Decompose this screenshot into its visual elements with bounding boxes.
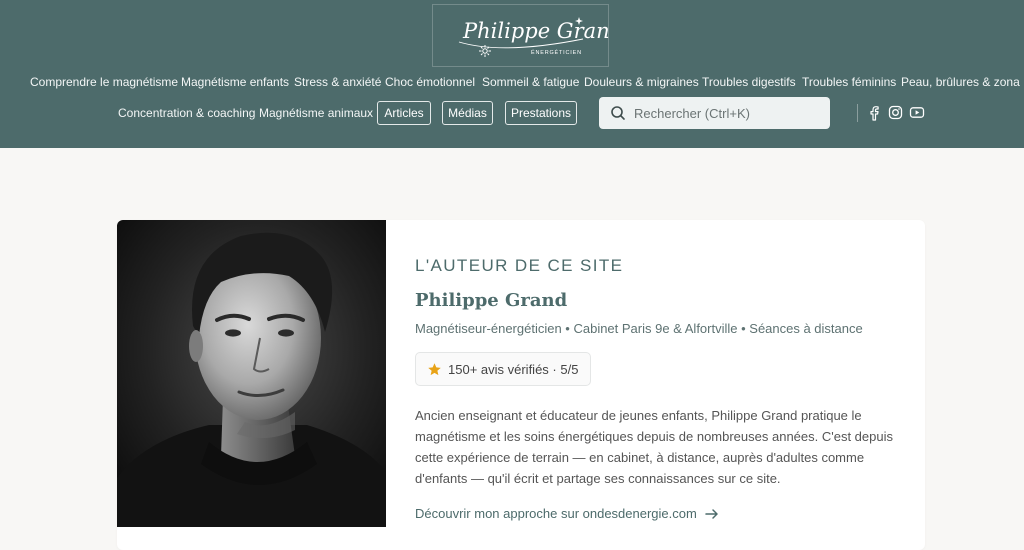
search-icon bbox=[611, 106, 625, 120]
approach-link-label: Découvrir mon approche sur ondesdenergie… bbox=[415, 506, 697, 521]
rating-text: 150+ avis vérifiés · 5/5 bbox=[448, 361, 579, 377]
nav-link-peau-brulures-zona[interactable]: Peau, brûlures & zona bbox=[901, 74, 1020, 90]
nav-button-articles[interactable]: Articles bbox=[377, 101, 431, 125]
nav-link-stress-anxiete[interactable]: Stress & anxiété bbox=[294, 74, 381, 90]
nav-link-sommeil-fatigue[interactable]: Sommeil & fatigue bbox=[482, 74, 579, 90]
facebook-icon[interactable] bbox=[867, 105, 881, 126]
nav-link-concentration-coaching[interactable]: Concentration & coaching bbox=[118, 105, 255, 121]
author-name: Philippe Grand bbox=[415, 290, 568, 311]
nav-link-douleurs-migraines[interactable]: Douleurs & migraines bbox=[584, 74, 699, 90]
author-meta: Magnétiseur-énergéticien • Cabinet Paris… bbox=[415, 321, 863, 336]
nav-link-troubles-digestifs[interactable]: Troubles digestifs bbox=[702, 74, 796, 90]
star-icon bbox=[428, 362, 441, 375]
approach-link[interactable]: Découvrir mon approche sur ondesdenergie… bbox=[415, 506, 719, 521]
nav-link-comprendre-magnetisme[interactable]: Comprendre le magnétisme bbox=[30, 74, 178, 90]
nav-link-magnetisme-enfants[interactable]: Magnétisme enfants bbox=[181, 74, 289, 90]
site-logo[interactable]: Philippe Grand ÉNERGÉTICIEN bbox=[432, 4, 610, 67]
author-bio: Ancien enseignant et éducateur de jeunes… bbox=[415, 408, 893, 486]
instagram-icon[interactable] bbox=[888, 105, 903, 125]
nav-button-prestations[interactable]: Prestations bbox=[505, 101, 577, 125]
logo-mark: Philippe Grand ÉNERGÉTICIEN bbox=[458, 17, 610, 57]
main-nav-primary: Comprendre le magnétisme Magnétisme enfa… bbox=[0, 74, 1024, 90]
nav-link-troubles-feminins[interactable]: Troubles féminins bbox=[802, 74, 896, 90]
arrow-right-icon bbox=[705, 508, 718, 519]
rating-badge: 150+ avis vérifiés · 5/5 bbox=[415, 352, 592, 386]
nav-button-medias[interactable]: Médias bbox=[442, 101, 493, 125]
youtube-icon[interactable] bbox=[909, 105, 925, 125]
nav-link-magnetisme-animaux[interactable]: Magnétisme animaux bbox=[259, 105, 373, 121]
search-box[interactable] bbox=[599, 97, 830, 129]
logo-script: Philippe Grand bbox=[462, 19, 610, 43]
nav-link-choc-emotionnel[interactable]: Choc émotionnel bbox=[385, 74, 475, 90]
section-eyebrow: L'AUTEUR DE CE SITE bbox=[415, 256, 624, 275]
search-input[interactable] bbox=[634, 103, 819, 123]
author-card: L'AUTEUR DE CE SITE Philippe Grand Magné… bbox=[117, 220, 925, 550]
logo-tagline: ÉNERGÉTICIEN bbox=[531, 49, 582, 56]
header-divider bbox=[857, 104, 858, 122]
site-header: Philippe Grand ÉNERGÉTICIEN Comprendre l… bbox=[0, 0, 1024, 148]
author-photo bbox=[117, 220, 386, 527]
